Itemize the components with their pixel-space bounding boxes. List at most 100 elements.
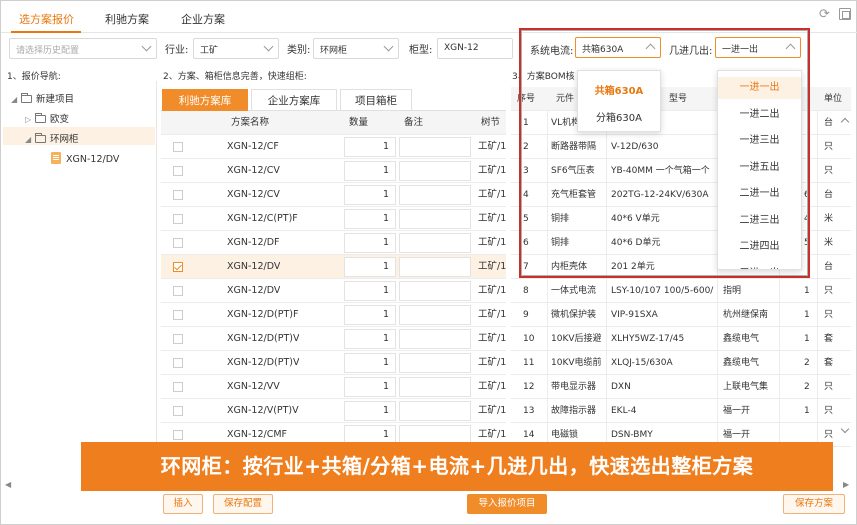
- tab-enterprise-library[interactable]: 企业方案库: [251, 89, 337, 111]
- note-input[interactable]: [399, 137, 471, 157]
- expanded-arrow-icon[interactable]: ◢: [11, 95, 21, 104]
- bom-unit: 只: [824, 286, 834, 296]
- tab-enterprise-scheme[interactable]: 企业方案: [181, 11, 225, 27]
- row-checkbox[interactable]: [173, 334, 183, 344]
- inout-option[interactable]: 二进四出: [718, 236, 801, 258]
- scheme-name: XGN-12/D(PT)F: [227, 309, 299, 320]
- note-input[interactable]: [399, 377, 471, 397]
- tree-node-oubian[interactable]: ▷ 欧变: [25, 111, 69, 125]
- refresh-icon[interactable]: ⟳: [819, 8, 833, 22]
- inout-value: 一进一出: [722, 45, 759, 55]
- note-input[interactable]: [399, 401, 471, 421]
- scheme-row[interactable]: XGN-12/D(PT)F 1 工矿/1: [161, 303, 506, 327]
- note-input[interactable]: [399, 233, 471, 253]
- scheme-row[interactable]: XGN-12/V(PT)V 1 工矿/1: [161, 399, 506, 423]
- tab-quote[interactable]: 选方案报价: [19, 11, 74, 27]
- tab-project-cabinets[interactable]: 项目箱柜: [340, 89, 412, 111]
- category-select[interactable]: 环网柜: [313, 38, 399, 59]
- bom-row[interactable]: 11 10KV电缆前 XLQJ-15/630A 鑫缆电气 2 套: [511, 351, 851, 375]
- scheme-row[interactable]: XGN-12/CV 1 工矿/1: [161, 183, 506, 207]
- bom-row[interactable]: 9 微机保护装 VIP-91SXA 杭州继保南 1 只: [511, 303, 851, 327]
- collapsed-arrow-icon[interactable]: ▷: [25, 115, 35, 124]
- inout-option[interactable]: 一进三出: [718, 130, 801, 152]
- row-checkbox[interactable]: [173, 214, 183, 224]
- tree-node-value: 工矿/1: [478, 333, 507, 344]
- row-checkbox[interactable]: [173, 358, 183, 368]
- row-checkbox[interactable]: [173, 286, 183, 296]
- scroll-down-icon[interactable]: [840, 424, 850, 434]
- row-checkbox[interactable]: [173, 430, 183, 440]
- inout-option[interactable]: 一进五出: [718, 157, 801, 179]
- scroll-left-icon[interactable]: ◀: [5, 480, 11, 489]
- note-input[interactable]: [399, 329, 471, 349]
- tree-node-value: 工矿/1: [478, 261, 507, 272]
- scheme-row[interactable]: XGN-12/DV 1 工矿/1: [161, 255, 506, 279]
- industry-label: 行业:: [165, 45, 189, 56]
- scheme-row[interactable]: XGN-12/D(PT)V 1 工矿/1: [161, 327, 506, 351]
- bom-part: 一体式电流: [551, 286, 597, 296]
- row-checkbox[interactable]: [173, 262, 183, 272]
- cabinet-type-select[interactable]: XGN-12: [437, 38, 513, 59]
- current-option[interactable]: 分箱630A: [578, 109, 660, 124]
- save-scheme-button[interactable]: 保存方案: [783, 494, 845, 514]
- inout-option[interactable]: 三进一出: [718, 263, 801, 270]
- scheme-row[interactable]: XGN-12/D(PT)V 1 工矿/1: [161, 351, 506, 375]
- note-input[interactable]: [399, 353, 471, 373]
- bom-unit: 套: [824, 358, 834, 368]
- tree-node-new-project[interactable]: ◢ 新建项目: [11, 91, 74, 105]
- inout-select[interactable]: 一进一出: [715, 37, 801, 58]
- tree-node-label: 新建项目: [36, 94, 75, 105]
- row-checkbox[interactable]: [173, 406, 183, 416]
- tree-node-value: 工矿/1: [478, 309, 507, 320]
- row-checkbox[interactable]: [173, 238, 183, 248]
- scheme-row[interactable]: XGN-12/DF 1 工矿/1: [161, 231, 506, 255]
- note-input[interactable]: [399, 185, 471, 205]
- bom-part: 10KV后接避: [551, 334, 602, 344]
- note-input[interactable]: [399, 257, 471, 277]
- inout-option[interactable]: 一进二出: [718, 104, 801, 126]
- bom-qty: 1: [804, 334, 810, 344]
- bom-row[interactable]: 8 一体式电流 LSY-10/107 100/5-600/指明 1 只: [511, 279, 851, 303]
- note-input[interactable]: [399, 161, 471, 181]
- qty-value: 1: [383, 333, 390, 344]
- bom-brand: 指明: [723, 286, 742, 296]
- inout-option[interactable]: 二进三出: [718, 210, 801, 232]
- industry-select[interactable]: 工矿: [193, 38, 279, 59]
- insert-button[interactable]: 插入: [163, 494, 203, 514]
- qty-value: 1: [383, 357, 390, 368]
- tab-lichi-scheme[interactable]: 利驰方案: [105, 11, 149, 27]
- note-input[interactable]: [399, 305, 471, 325]
- history-config-select[interactable]: 请选择历史配置: [9, 38, 157, 59]
- scheme-row[interactable]: XGN-12/VV 1 工矿/1: [161, 375, 506, 399]
- expanded-arrow-icon[interactable]: ◢: [25, 135, 35, 144]
- tab-lichi-library[interactable]: 利驰方案库: [162, 89, 248, 111]
- scheme-row[interactable]: XGN-12/C(PT)F 1 工矿/1: [161, 207, 506, 231]
- current-option[interactable]: 共箱630A: [578, 82, 660, 97]
- tree-node-xgn-dv[interactable]: XGN-12/DV: [51, 152, 119, 165]
- scroll-right-icon[interactable]: ▶: [843, 480, 849, 489]
- row-checkbox[interactable]: [173, 382, 183, 392]
- note-input[interactable]: [399, 209, 471, 229]
- restore-window-icon[interactable]: [839, 8, 851, 20]
- inout-option[interactable]: 一进一出: [718, 77, 801, 99]
- scheme-row[interactable]: XGN-12/CV 1 工矿/1: [161, 159, 506, 183]
- scheme-row[interactable]: XGN-12/CF 1 工矿/1: [161, 135, 506, 159]
- inout-option[interactable]: 二进一出: [718, 183, 801, 205]
- bom-vertical-scrollbar[interactable]: [840, 111, 850, 441]
- tree-node-ring-main-unit[interactable]: ◢ 环网柜: [25, 131, 79, 145]
- system-current-select[interactable]: 共箱630A: [575, 37, 661, 58]
- row-checkbox[interactable]: [173, 190, 183, 200]
- scheme-row[interactable]: XGN-12/DV 1 工矿/1: [161, 279, 506, 303]
- import-quote-button[interactable]: 导入报价项目: [467, 494, 547, 514]
- bom-row[interactable]: 10 10KV后接避 XLHY5WZ-17/45 鑫缆电气 1 套: [511, 327, 851, 351]
- qty-value: 1: [383, 261, 390, 272]
- save-config-button[interactable]: 保存配置: [213, 494, 273, 514]
- row-checkbox[interactable]: [173, 142, 183, 152]
- row-checkbox[interactable]: [173, 310, 183, 320]
- bom-row[interactable]: 12 带电显示器 DXN 上联电气集 2 只: [511, 375, 851, 399]
- note-input[interactable]: [399, 281, 471, 301]
- row-checkbox[interactable]: [173, 166, 183, 176]
- bom-row[interactable]: 13 故障指示器 EKL-4 福一开 1 只: [511, 399, 851, 423]
- bom-unit: 米: [824, 238, 834, 248]
- scroll-up-icon[interactable]: [840, 117, 850, 127]
